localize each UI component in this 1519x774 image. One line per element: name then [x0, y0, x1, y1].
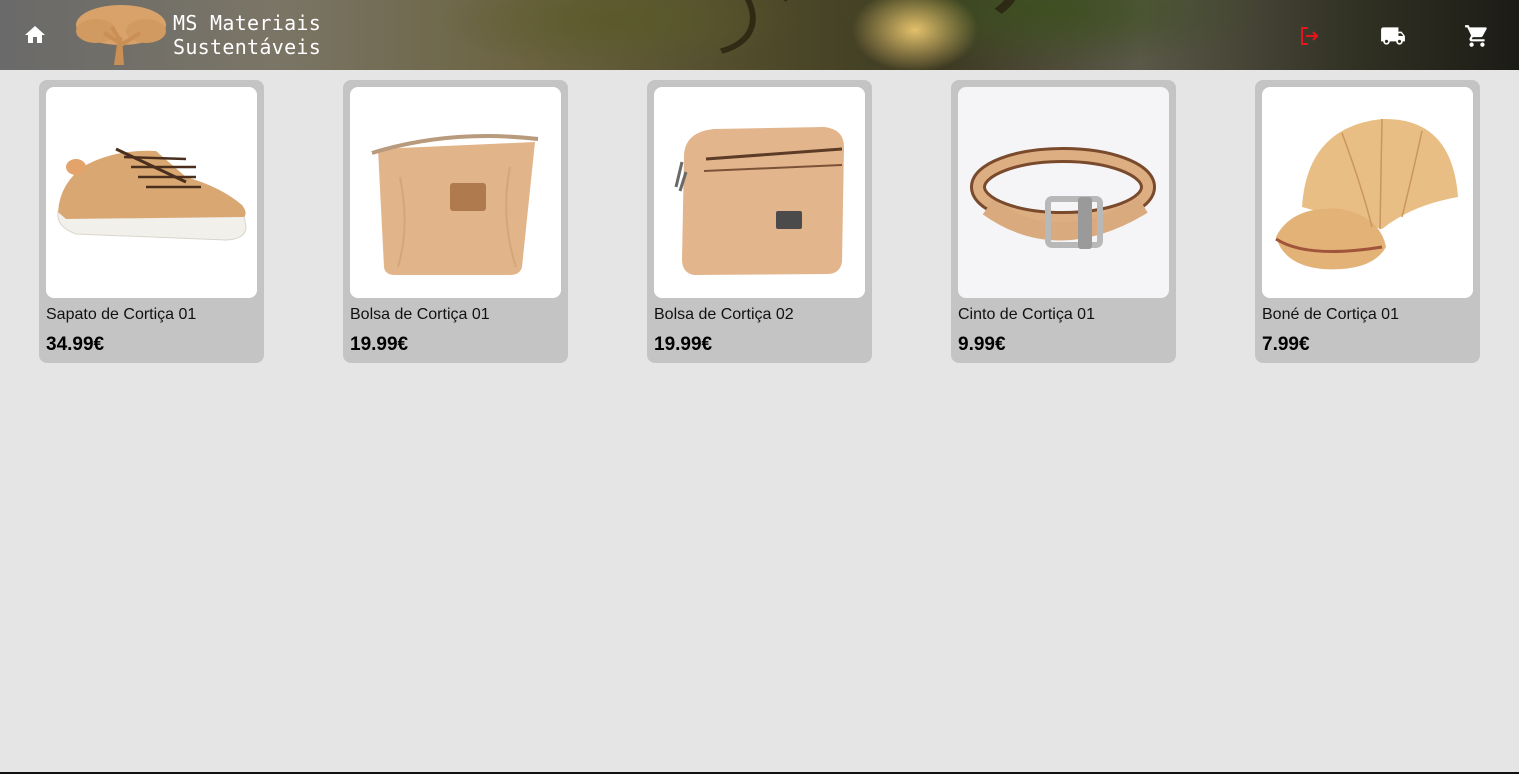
brand-name-line-1: MS Materiais — [173, 11, 322, 35]
product-name: Boné de Cortiça 01 — [1262, 306, 1399, 323]
product-card[interactable]: Sapato de Cortiça 01 34.99€ — [39, 80, 264, 363]
product-card[interactable]: Bolsa de Cortiça 01 19.99€ — [343, 80, 568, 363]
product-price: 7.99€ — [1262, 334, 1310, 355]
top-nav-bar: MS Materiais Sustentáveis — [0, 0, 1519, 70]
home-icon — [25, 26, 45, 43]
product-image-sneaker[interactable] — [46, 87, 257, 298]
header-background-branch — [547, 0, 773, 70]
product-image-bag[interactable] — [654, 87, 865, 298]
home-button[interactable] — [22, 22, 48, 48]
product-name: Bolsa de Cortiça 01 — [350, 306, 490, 323]
cart-button[interactable] — [1463, 22, 1491, 50]
cart-icon — [1465, 25, 1487, 47]
product-image-cap[interactable] — [1262, 87, 1473, 298]
truck-icon — [1381, 27, 1405, 45]
product-card[interactable]: Bolsa de Cortiça 02 19.99€ — [647, 80, 872, 363]
product-name: Bolsa de Cortiça 02 — [654, 306, 794, 323]
logout-button[interactable] — [1295, 22, 1323, 50]
product-price: 19.99€ — [654, 334, 713, 355]
brand-name[interactable]: MS Materiais Sustentáveis — [173, 11, 321, 59]
product-image-belt[interactable] — [958, 87, 1169, 298]
product-price: 9.99€ — [958, 334, 1006, 355]
orders-button[interactable] — [1379, 22, 1407, 50]
product-price: 34.99€ — [46, 334, 105, 355]
product-price: 19.99€ — [350, 334, 409, 355]
brand-name-line-2: Sustentáveis — [173, 35, 322, 59]
cork-tree-logo[interactable] — [74, 3, 169, 67]
logout-icon — [1301, 27, 1319, 45]
product-name: Cinto de Cortiça 01 — [958, 306, 1095, 323]
product-name: Sapato de Cortiça 01 — [46, 306, 197, 323]
product-card[interactable]: Boné de Cortiça 01 7.99€ — [1255, 80, 1480, 363]
product-image-pouch[interactable] — [350, 87, 561, 298]
header-background-branch — [755, 0, 1025, 68]
product-card[interactable]: Cinto de Cortiça 01 9.99€ — [951, 80, 1176, 363]
